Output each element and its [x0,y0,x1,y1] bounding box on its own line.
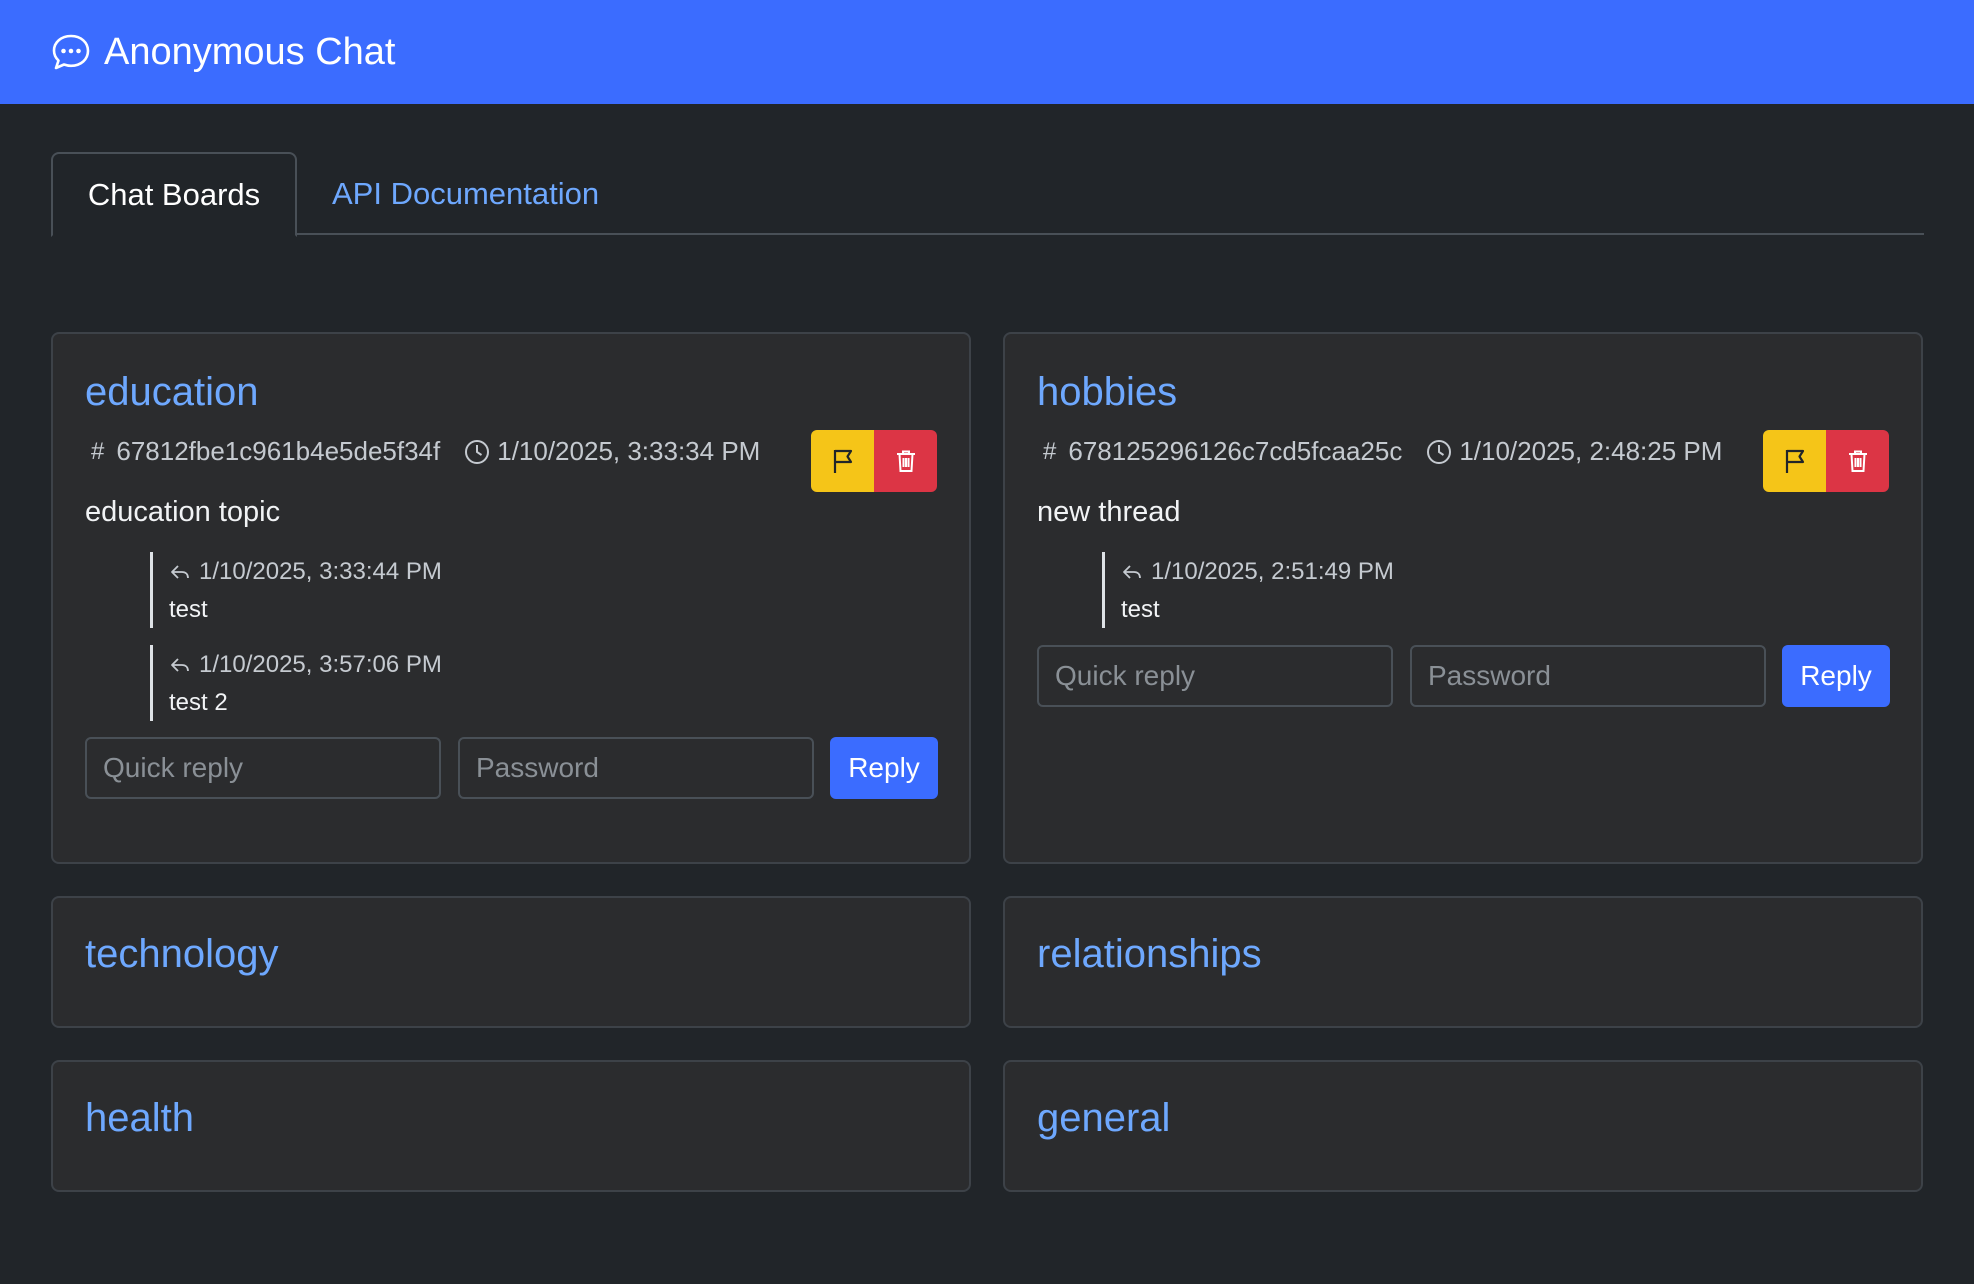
tab-chat-boards[interactable]: Chat Boards [51,152,297,237]
board-title-hobbies[interactable]: hobbies [1037,370,1177,415]
reply-arrow-icon [171,658,189,672]
reply-button[interactable]: Reply [830,737,938,799]
report-button[interactable] [1763,430,1826,492]
reply-date: 1/10/2025, 3:33:44 PM [199,558,442,585]
board-title-education[interactable]: education [85,370,258,415]
board-card-technology: technology [51,896,971,1028]
trash-icon [1848,450,1867,472]
thread-id: 678125296126c7cd5fcaa25c [1068,436,1403,466]
board-card-health: health [51,1060,971,1192]
tab-bar: Chat Boards API Documentation [51,152,1924,237]
board-title-technology[interactable]: technology [85,932,278,977]
thread-text: education topic [85,496,281,528]
clock-icon [1427,439,1452,464]
thread-date: 1/10/2025, 2:48:25 PM [1459,436,1723,466]
reply-text: test 2 [169,689,228,716]
reply-item: 1/10/2025, 3:57:06 PM test 2 [150,645,442,721]
board-card-general: general [1003,1060,1923,1192]
reply-button[interactable]: Reply [1782,645,1890,707]
flag-icon [833,449,852,473]
tab-api-documentation[interactable]: API Documentation [332,152,599,235]
chat-dots-icon [52,34,90,70]
board-card-hobbies: hobbies # 678125296126c7cd5fcaa25c 1/10/… [1003,332,1923,864]
thread-actions [1763,430,1889,492]
password-input[interactable] [458,737,814,799]
thread-text: new thread [1037,496,1181,528]
thread-id: 67812fbe1c961b4e5de5f34f [116,436,441,466]
quick-reply-input[interactable] [1037,645,1393,707]
flag-icon [1785,449,1804,473]
delete-button[interactable] [1826,430,1889,492]
quick-reply-input[interactable] [85,737,441,799]
hash-icon: # [1043,437,1057,465]
delete-button[interactable] [874,430,937,492]
reply-item: 1/10/2025, 2:51:49 PM test [1102,552,1394,628]
thread-date: 1/10/2025, 3:33:34 PM [497,436,761,466]
reply-text: test [169,596,208,623]
brand[interactable]: Anonymous Chat [50,31,396,74]
password-input[interactable] [1410,645,1766,707]
board-title-health[interactable]: health [85,1096,194,1141]
thread-actions [811,430,937,492]
app-title: Anonymous Chat [104,30,396,73]
board-title-general[interactable]: general [1037,1096,1170,1141]
report-button[interactable] [811,430,874,492]
reply-date: 1/10/2025, 2:51:49 PM [1151,558,1394,585]
board-title-relationships[interactable]: relationships [1037,932,1262,977]
reply-arrow-icon [171,565,189,579]
board-card-relationships: relationships [1003,896,1923,1028]
thread-meta: # 678125296126c7cd5fcaa25c 1/10/2025, 2:… [1037,436,1722,467]
hash-icon: # [91,437,105,465]
clock-icon [465,439,490,464]
reply-item: 1/10/2025, 3:33:44 PM test [150,552,442,628]
board-card-education: education # 67812fbe1c961b4e5de5f34f 1/1… [51,332,971,864]
reply-date: 1/10/2025, 3:57:06 PM [199,651,442,678]
reply-text: test [1121,596,1160,623]
reply-arrow-icon [1123,565,1141,579]
thread-meta: # 67812fbe1c961b4e5de5f34f 1/10/2025, 3:… [85,436,760,467]
trash-icon [896,450,915,472]
navbar: Anonymous Chat [0,0,1974,104]
